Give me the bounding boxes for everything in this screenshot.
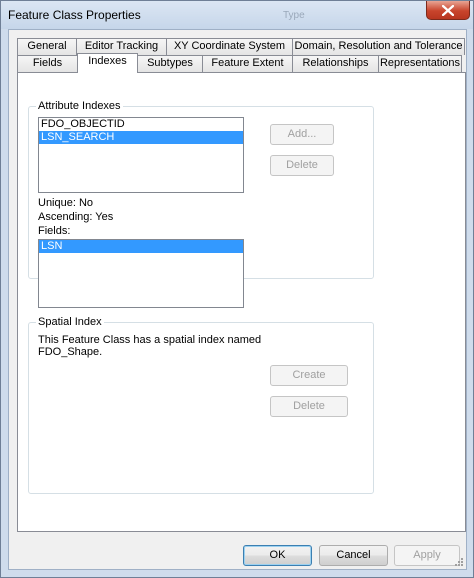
attribute-index-list[interactable]: FDO_OBJECTID LSN_SEARCH: [38, 117, 244, 193]
tab-indexes[interactable]: Indexes: [77, 53, 138, 73]
tab-relationships[interactable]: Relationships: [292, 55, 379, 72]
title-bar[interactable]: Feature Class Properties Type: [1, 1, 473, 29]
cancel-button[interactable]: Cancel: [319, 545, 388, 566]
close-icon: [442, 4, 454, 16]
tab-panel-indexes: Attribute Indexes FDO_OBJECTID LSN_SEARC…: [17, 72, 466, 532]
index-fields-list[interactable]: LSN: [38, 239, 244, 308]
tab-feature-extent[interactable]: Feature Extent: [202, 55, 293, 72]
tab-representations[interactable]: Representations: [378, 55, 462, 72]
background-window-title: Type: [283, 10, 305, 21]
resize-grip-icon[interactable]: [454, 557, 464, 567]
spatial-index-label: Spatial Index: [36, 316, 104, 328]
add-index-button[interactable]: Add...: [270, 124, 334, 145]
list-item[interactable]: LSN: [39, 240, 243, 253]
ok-button[interactable]: OK: [243, 545, 312, 566]
spatial-index-description-line2: FDO_Shape.: [38, 346, 103, 358]
dialog-window: Feature Class Properties Type General Ed…: [0, 0, 474, 578]
list-item[interactable]: FDO_OBJECTID: [39, 118, 243, 131]
apply-button[interactable]: Apply: [394, 545, 460, 566]
tab-row-2: Fields Indexes Subtypes Feature Extent R…: [17, 53, 462, 73]
window-title: Feature Class Properties: [8, 8, 141, 22]
tab-subtypes[interactable]: Subtypes: [137, 55, 203, 72]
list-item[interactable]: LSN_SEARCH: [39, 131, 243, 144]
delete-spatial-index-button[interactable]: Delete: [270, 396, 348, 417]
ascending-status: Ascending: Yes: [38, 211, 114, 223]
dialog-client-area: General Editor Tracking XY Coordinate Sy…: [8, 29, 467, 570]
create-spatial-index-button[interactable]: Create: [270, 365, 348, 386]
fields-label: Fields:: [38, 225, 71, 237]
tab-general[interactable]: General: [17, 38, 77, 55]
close-button[interactable]: [426, 1, 470, 20]
tab-domain-resolution-tolerance[interactable]: Domain, Resolution and Tolerance: [292, 38, 465, 55]
delete-index-button[interactable]: Delete: [270, 155, 334, 176]
tab-xy-coordinate-system[interactable]: XY Coordinate System: [166, 38, 293, 55]
tab-fields[interactable]: Fields: [17, 55, 78, 72]
attribute-indexes-label: Attribute Indexes: [36, 100, 123, 112]
unique-status: Unique: No: [38, 197, 94, 209]
